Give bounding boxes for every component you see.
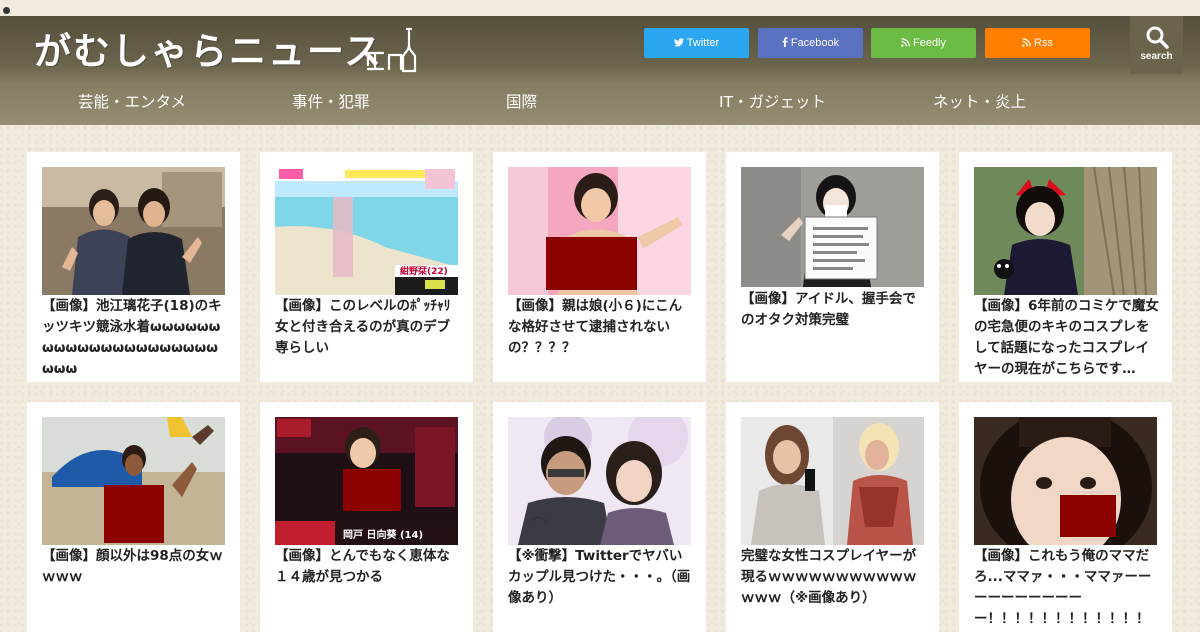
- article-thumbnail[interactable]: [42, 167, 225, 295]
- article-title[interactable]: 【画像】池江璃花子(18)のキッツキツ競泳水着ωωωωωωωωωωωωωωωωω…: [42, 296, 228, 380]
- article-thumbnail[interactable]: [508, 167, 691, 295]
- article-title[interactable]: 【※衝撃】Twitterでヤバいカップル見つけた・・・。（画像あり）: [508, 546, 694, 609]
- twitter-label: Twitter: [686, 37, 720, 49]
- twitter-button[interactable]: Twitter: [644, 28, 749, 58]
- feedly-button[interactable]: Feedly: [871, 28, 976, 58]
- article-thumbnail[interactable]: 岡戸 日向葵 (14): [275, 417, 458, 545]
- article-card[interactable]: 紺野栞(22) 【画像】このレベルのﾎﾟｯﾁｬﾘ女と付き合えるのが真のデブ専らし…: [260, 152, 473, 382]
- article-title[interactable]: 【画像】とんでもなく恵体な１４歳が見つかる: [275, 546, 461, 588]
- article-card[interactable]: 【画像】顔以外は98点の女ｗｗｗｗ: [27, 402, 240, 632]
- twitter-icon: [673, 38, 684, 47]
- nav-crime[interactable]: 事件・犯罪: [292, 88, 370, 116]
- thumbnail-caption: 紺野栞(22): [400, 265, 448, 277]
- article-title[interactable]: 【画像】親は娘(小６)にこんな格好させて逮捕されないの？？？？: [508, 296, 694, 359]
- article-thumbnail[interactable]: 紺野栞(22): [275, 167, 458, 295]
- nav-international[interactable]: 国際: [506, 88, 537, 116]
- site-header: がむしゃらニュース Twitter Facebook Feedly Rss se…: [0, 16, 1200, 125]
- article-thumbnail[interactable]: [974, 167, 1157, 295]
- search-button[interactable]: search: [1130, 16, 1183, 74]
- article-thumbnail[interactable]: [741, 167, 924, 287]
- corner-dot: [3, 7, 10, 14]
- article-card[interactable]: 【画像】6年前のコミケで魔女の宅急便のキキのコスプレをして話題になったコスプレイ…: [959, 152, 1172, 382]
- facebook-label: Facebook: [790, 37, 840, 49]
- nav-it-gadget[interactable]: IT・ガジェット: [719, 88, 826, 116]
- article-title[interactable]: 【画像】6年前のコミケで魔女の宅急便のキキのコスプレをして話題になったコスプレイ…: [974, 296, 1160, 380]
- article-card[interactable]: 【画像】池江璃花子(18)のキッツキツ競泳水着ωωωωωωωωωωωωωωωωω…: [27, 152, 240, 382]
- article-title[interactable]: 【画像】このレベルのﾎﾟｯﾁｬﾘ女と付き合えるのが真のデブ専らしい: [275, 296, 461, 359]
- article-card[interactable]: 【※衝撃】Twitterでヤバいカップル見つけた・・・。（画像あり）: [493, 402, 706, 632]
- article-title[interactable]: 完璧な女性コスプレイヤーが現るｗｗｗｗｗｗｗｗｗｗｗｗｗｗ（※画像あり）: [741, 546, 927, 609]
- rss-label: Rss: [1034, 37, 1053, 49]
- article-thumbnail[interactable]: [974, 417, 1157, 545]
- article-card[interactable]: 完璧な女性コスプレイヤーが現るｗｗｗｗｗｗｗｗｗｗｗｗｗｗ（※画像あり）: [726, 402, 939, 632]
- thumbnail-caption: 岡戸 日向葵 (14): [343, 528, 423, 541]
- article-card[interactable]: 岡戸 日向葵 (14) 【画像】とんでもなく恵体な１４歳が見つかる: [260, 402, 473, 632]
- facebook-icon: [782, 37, 788, 47]
- top-strip: [0, 0, 1200, 16]
- search-label: search: [1140, 51, 1173, 62]
- rss-button[interactable]: Rss: [985, 28, 1090, 58]
- article-card[interactable]: 【画像】アイドル、握手会でのオタク対策完璧: [726, 152, 939, 382]
- rss-icon: [1022, 38, 1031, 47]
- article-title[interactable]: 【画像】顔以外は98点の女ｗｗｗｗ: [42, 546, 228, 588]
- feedly-label: Feedly: [912, 37, 947, 49]
- article-thumbnail[interactable]: [508, 417, 691, 545]
- article-card[interactable]: 【画像】親は娘(小６)にこんな格好させて逮捕されないの？？？？: [493, 152, 706, 382]
- article-card[interactable]: 【画像】これもう俺のママだろ...ママァ・・・ママァーーーーーーーーーーー！！！…: [959, 402, 1172, 632]
- logo-mark-icon: [366, 27, 417, 73]
- article-thumbnail[interactable]: [42, 417, 225, 545]
- article-title[interactable]: 【画像】これもう俺のママだろ...ママァ・・・ママァーーーーーーーーーーー！！！…: [974, 546, 1160, 630]
- facebook-button[interactable]: Facebook: [758, 28, 863, 58]
- feedly-icon: [901, 38, 910, 47]
- article-title[interactable]: 【画像】アイドル、握手会でのオタク対策完璧: [741, 289, 927, 331]
- nav-entertainment[interactable]: 芸能・エンタメ: [78, 88, 186, 116]
- nav-net-flaming[interactable]: ネット・炎上: [933, 88, 1026, 116]
- search-icon: [1146, 26, 1169, 49]
- site-logo[interactable]: がむしゃらニュース: [34, 24, 383, 80]
- article-thumbnail[interactable]: [741, 417, 924, 545]
